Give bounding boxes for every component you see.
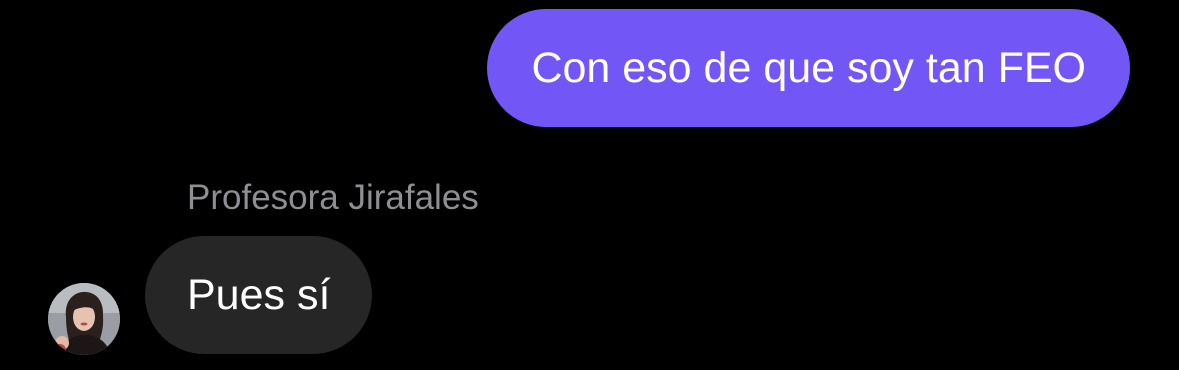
profile-photo-avatar-icon [48, 283, 120, 355]
incoming-message-bubble[interactable]: Pues sí [145, 236, 373, 354]
sender-name: Profesora Jirafales [187, 178, 479, 217]
sender-avatar[interactable] [48, 283, 120, 355]
incoming-message-text: Pues sí [187, 270, 331, 319]
outgoing-message-text: Con eso de que soy tan FEO [531, 43, 1086, 92]
outgoing-message-bubble[interactable]: Con eso de que soy tan FEO [487, 9, 1130, 127]
